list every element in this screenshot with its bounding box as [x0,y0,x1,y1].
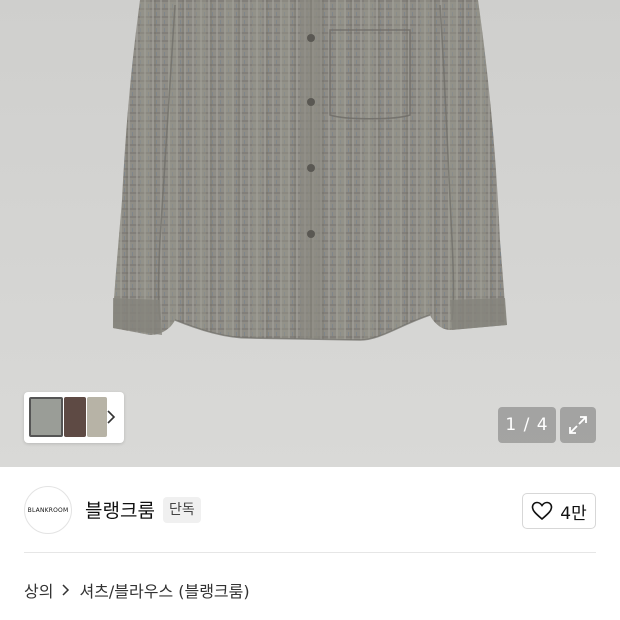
expand-button[interactable] [560,407,596,443]
chevron-right-icon [62,584,70,596]
like-button[interactable]: 4만 [522,493,596,529]
expand-icon [569,416,587,434]
brand-section: BLANKROOM 블랭크룸 단독 4만 [0,467,620,553]
heart-icon [531,501,553,521]
image-counter: 1 / 4 [498,407,556,443]
brand-logo[interactable]: BLANKROOM [24,486,72,534]
thumbnail-brown[interactable] [64,397,86,437]
exclusive-badge: 단독 [163,497,201,523]
product-image-gallery[interactable]: 1 / 4 [0,0,620,467]
chevron-right-icon[interactable] [105,406,117,428]
breadcrumb-subcategory[interactable]: 셔츠/블라우스 (블랭크룸) [79,578,249,602]
brand-logo-text: BLANKROOM [27,506,69,514]
breadcrumb-category[interactable]: 상의 [24,578,53,602]
brand-name[interactable]: 블랭크룸 [85,496,155,523]
breadcrumb: 상의 셔츠/블라우스 (블랭크룸) [24,578,250,602]
thumbnail-strip[interactable] [24,392,124,443]
thumbnail-grey[interactable] [29,397,63,437]
like-count: 4만 [560,503,587,524]
thumbnail-beige[interactable] [87,397,107,437]
divider [24,552,596,553]
